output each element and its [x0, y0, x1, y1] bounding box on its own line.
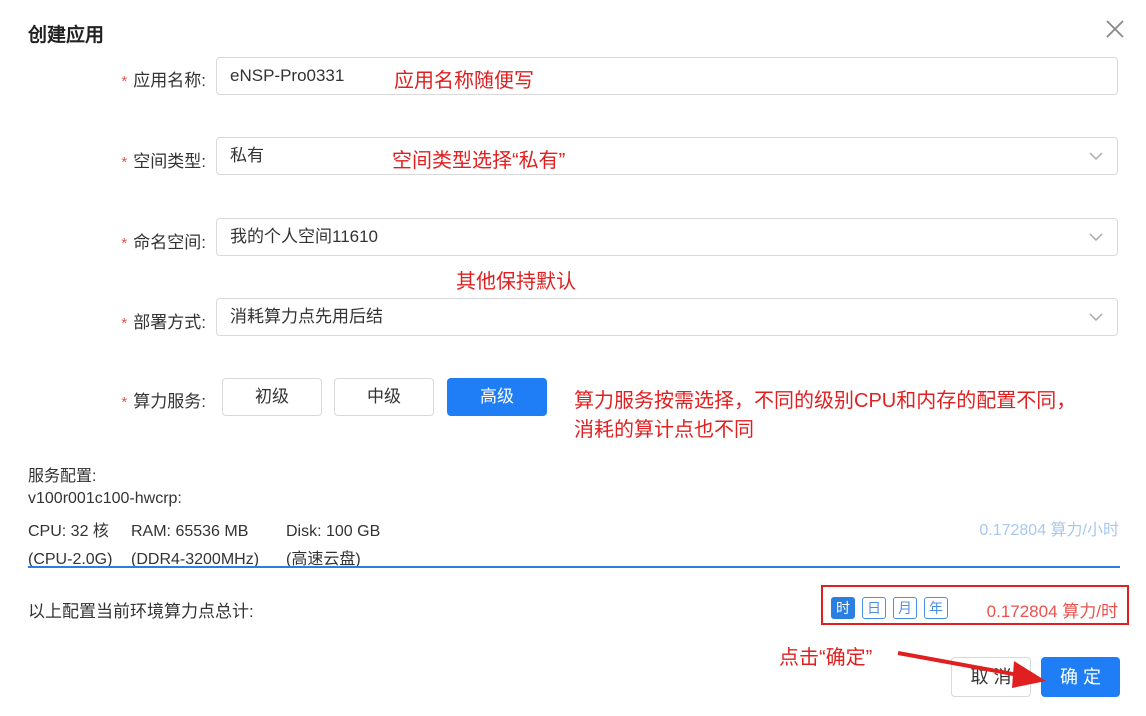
service-annotation-line2: 消耗的算计点也不同: [574, 419, 754, 441]
chevron-down-icon: [1089, 152, 1103, 161]
required-mark: *: [121, 235, 128, 252]
deploy-mode-select[interactable]: 消耗算力点先用后结: [216, 298, 1118, 336]
divider: [28, 566, 1120, 568]
deploy-mode-value: 消耗算力点先用后结: [230, 307, 383, 326]
compute-service-label: * 算力服务:: [121, 392, 206, 411]
space-type-value: 私有: [230, 146, 264, 165]
service-rate: 0.172804 算力/小时: [979, 522, 1119, 539]
tier-medium-button[interactable]: 中级: [334, 378, 434, 416]
space-type-annotation: 空间类型选择“私有”: [392, 150, 566, 172]
total-label: 以上配置当前环境算力点总计:: [28, 602, 254, 621]
cpu-spec: CPU: 32 核: [28, 523, 109, 540]
space-type-label: * 空间类型:: [121, 152, 206, 171]
period-year-tag[interactable]: 年: [924, 597, 948, 619]
chevron-down-icon: [1089, 233, 1103, 242]
space-type-select[interactable]: 私有: [216, 137, 1118, 175]
ram-spec: RAM: 65536 MB: [131, 523, 249, 540]
tier-basic-button[interactable]: 初级: [222, 378, 322, 416]
chevron-down-icon: [1089, 313, 1103, 322]
confirm-annotation: 点击“确定”: [779, 647, 873, 669]
dialog-title: 创建应用: [28, 25, 105, 46]
tier-advanced-button[interactable]: 高级: [447, 378, 547, 416]
required-mark: *: [121, 394, 128, 411]
namespace-label: * 命名空间:: [121, 233, 206, 252]
annotation-arrow-icon: [897, 651, 1046, 688]
close-icon[interactable]: [1104, 18, 1126, 40]
app-name-annotation: 应用名称随便写: [394, 70, 534, 92]
namespace-value: 我的个人空间11610: [230, 227, 379, 246]
required-mark: *: [121, 315, 128, 332]
period-hour-tag[interactable]: 时: [831, 597, 855, 619]
period-day-tag[interactable]: 日: [862, 597, 886, 619]
service-spec-row: CPU: 32 核 RAM: 65536 MB Disk: 100 GB: [28, 517, 380, 541]
required-mark: *: [121, 154, 128, 171]
deploy-mode-label: * 部署方式:: [121, 313, 206, 332]
total-value: 0.172804 算力/时: [986, 602, 1118, 621]
default-annotation: 其他保持默认: [456, 271, 576, 293]
app-name-input[interactable]: [216, 57, 1118, 95]
period-month-tag[interactable]: 月: [893, 597, 917, 619]
service-annotation-line1: 算力服务按需选择，不同的级别CPU和内存的配置不同，: [574, 390, 1077, 412]
disk-spec: Disk: 100 GB: [286, 523, 381, 540]
required-mark: *: [121, 73, 128, 90]
service-config-heading: 服务配置:: [28, 468, 97, 485]
app-name-label: * 应用名称:: [121, 71, 206, 90]
service-spec-id: v100r001c100-hwcrp:: [28, 490, 182, 507]
namespace-select[interactable]: 我的个人空间11610: [216, 218, 1118, 256]
